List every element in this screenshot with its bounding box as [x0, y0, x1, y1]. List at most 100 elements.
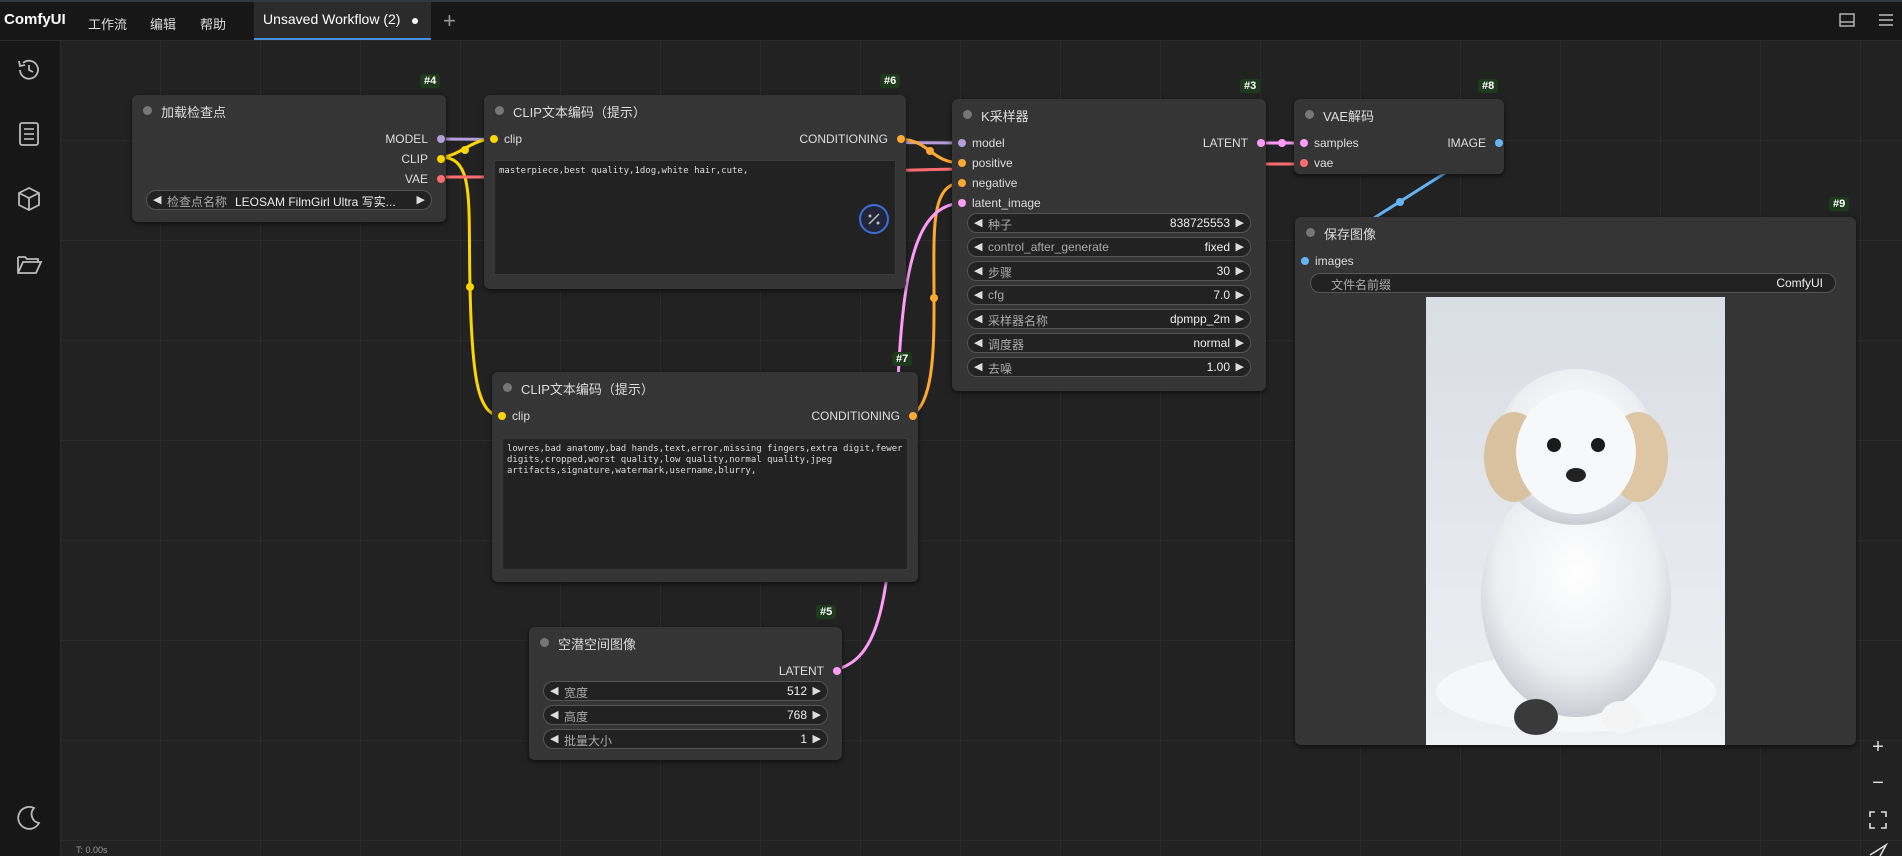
collapse-dot[interactable] — [495, 106, 504, 115]
collapse-dot[interactable] — [540, 638, 549, 647]
menu-help[interactable]: 帮助 — [200, 14, 226, 33]
input-model-socket[interactable] — [958, 139, 966, 147]
zoom-in-icon[interactable]: + — [1863, 732, 1893, 762]
output-conditioning: CONDITIONING — [799, 132, 888, 146]
node-header[interactable]: 空潜空间图像 — [529, 627, 842, 657]
zoom-out-icon[interactable]: − — [1863, 768, 1893, 798]
node-id-badge: #7 — [892, 352, 913, 366]
node-save-image[interactable]: 保存图像 images 文件名前缀 ComfyUI — [1295, 217, 1856, 745]
height-widget[interactable]: ◀ 高度 768 ▶ — [543, 705, 828, 725]
input-positive-socket[interactable] — [958, 159, 966, 167]
decrement-arrow-icon[interactable]: ◀ — [974, 336, 982, 349]
increment-arrow-icon[interactable]: ▶ — [1236, 288, 1244, 301]
output-latent-socket[interactable] — [833, 667, 841, 675]
node-clip-text-negative[interactable]: CLIP文本编码（提示） clip CONDITIONING lowres,ba… — [492, 372, 918, 582]
cfg-widget[interactable]: ◀ cfg 7.0 ▶ — [967, 285, 1251, 305]
menu-edit[interactable]: 编辑 — [150, 14, 176, 33]
node-vae-decode[interactable]: VAE解码 samples vae IMAGE — [1294, 99, 1504, 174]
denoise-widget[interactable]: ◀ 去噪 1.00 ▶ — [967, 357, 1251, 377]
widget-label: 文件名前缀 — [1331, 278, 1392, 292]
node-header[interactable]: CLIP文本编码（提示） — [492, 372, 918, 402]
collapse-dot[interactable] — [503, 383, 512, 392]
app-logo[interactable]: ComfyUI — [4, 11, 66, 28]
prompt-textarea[interactable]: lowres,bad anatomy,bad hands,text,error,… — [502, 438, 908, 570]
decrement-arrow-icon[interactable]: ◀ — [974, 216, 982, 229]
increment-arrow-icon[interactable]: ▶ — [813, 684, 821, 697]
decrement-arrow-icon[interactable]: ◀ — [550, 732, 558, 745]
queue-icon[interactable] — [14, 119, 44, 149]
scheduler-widget[interactable]: ◀ 调度器 normal ▶ — [967, 333, 1251, 353]
input-negative-socket[interactable] — [958, 179, 966, 187]
increment-arrow-icon[interactable]: ▶ — [813, 732, 821, 745]
increment-arrow-icon[interactable]: ▶ — [1236, 216, 1244, 229]
output-image-preview[interactable] — [1426, 297, 1725, 745]
decrement-arrow-icon[interactable]: ◀ — [550, 708, 558, 721]
input-clip-socket[interactable] — [490, 135, 498, 143]
increment-arrow-icon[interactable]: ▶ — [1236, 336, 1244, 349]
cube-icon[interactable] — [14, 184, 44, 214]
menu-workflow[interactable]: 工作流 — [88, 14, 127, 33]
control-after-generate-widget[interactable]: ◀ control_after_generate fixed ▶ — [967, 237, 1251, 257]
increment-arrow-icon[interactable]: ▶ — [1236, 240, 1244, 253]
node-load-checkpoint[interactable]: 加载检查点 MODEL CLIP VAE ◀ 检查点名称 LEOSAM Film… — [132, 95, 446, 222]
increment-arrow-icon[interactable]: ▶ — [813, 708, 821, 721]
increment-arrow-icon[interactable]: ▶ — [1236, 360, 1244, 373]
fit-view-icon[interactable] — [1868, 810, 1888, 830]
collapse-dot[interactable] — [963, 110, 972, 119]
node-ksampler[interactable]: K采样器 model positive negative latent_imag… — [952, 99, 1266, 391]
history-icon[interactable] — [14, 55, 44, 85]
collapse-dot[interactable] — [1305, 110, 1314, 119]
node-clip-text-positive[interactable]: CLIP文本编码（提示） clip CONDITIONING masterpie… — [484, 95, 906, 289]
output-model-socket[interactable] — [437, 135, 445, 143]
input-clip-socket[interactable] — [498, 412, 506, 420]
panel-icon[interactable] — [1839, 13, 1855, 27]
decrement-arrow-icon[interactable]: ◀ — [974, 264, 982, 277]
decrement-arrow-icon[interactable]: ◀ — [550, 684, 558, 697]
input-vae-socket[interactable] — [1300, 159, 1308, 167]
folder-open-icon[interactable] — [14, 249, 44, 279]
width-widget[interactable]: ◀ 宽度 512 ▶ — [543, 681, 828, 701]
decrement-arrow-icon[interactable]: ◀ — [153, 193, 161, 206]
input-negative: negative — [972, 176, 1018, 190]
collapse-dot[interactable] — [143, 106, 152, 115]
widget-value: ComfyUI — [1776, 276, 1823, 290]
filename-prefix-widget[interactable]: 文件名前缀 ComfyUI — [1310, 273, 1836, 293]
collapse-dot[interactable] — [1306, 228, 1315, 237]
node-header[interactable]: 加载检查点 — [132, 95, 446, 125]
increment-arrow-icon[interactable]: ▶ — [417, 193, 425, 206]
steps-widget[interactable]: ◀ 步骤 30 ▶ — [967, 261, 1251, 281]
decrement-arrow-icon[interactable]: ◀ — [974, 288, 982, 301]
output-clip-socket[interactable] — [437, 155, 445, 163]
workflow-tab[interactable]: Unsaved Workflow (2) — [254, 2, 431, 40]
widget-label: 检查点名称 — [167, 195, 228, 209]
node-header[interactable]: K采样器 — [952, 99, 1266, 129]
magic-wand-button[interactable] — [859, 204, 889, 234]
seed-widget[interactable]: ◀ 种子 838725553 ▶ — [967, 213, 1251, 233]
increment-arrow-icon[interactable]: ▶ — [1236, 264, 1244, 277]
decrement-arrow-icon[interactable]: ◀ — [974, 312, 982, 325]
prompt-textarea[interactable]: masterpiece,best quality,1dog,white hair… — [494, 160, 896, 275]
input-latent-socket[interactable] — [958, 199, 966, 207]
sampler-name-widget[interactable]: ◀ 采样器名称 dpmpp_2m ▶ — [967, 309, 1251, 329]
increment-arrow-icon[interactable]: ▶ — [1236, 312, 1244, 325]
add-tab-button[interactable]: + — [443, 8, 456, 34]
batch-size-widget[interactable]: ◀ 批量大小 1 ▶ — [543, 729, 828, 749]
output-vae-socket[interactable] — [437, 175, 445, 183]
node-header[interactable]: CLIP文本编码（提示） — [484, 95, 906, 125]
output-latent-socket[interactable] — [1257, 139, 1265, 147]
node-header[interactable]: VAE解码 — [1294, 99, 1504, 129]
checkpoint-name-widget[interactable]: ◀ 检查点名称 LEOSAM FilmGirl Ultra 写实... ▶ — [146, 190, 432, 210]
hamburger-icon[interactable] — [1878, 13, 1894, 27]
node-header[interactable]: 保存图像 — [1295, 217, 1856, 247]
moon-icon[interactable] — [14, 803, 44, 833]
widget-label: 种子 — [988, 218, 1013, 232]
output-conditioning-socket[interactable] — [909, 412, 917, 420]
output-image-socket[interactable] — [1495, 139, 1503, 147]
output-conditioning-socket[interactable] — [897, 135, 905, 143]
input-samples-socket[interactable] — [1300, 139, 1308, 147]
link-icon[interactable] — [1868, 843, 1888, 856]
decrement-arrow-icon[interactable]: ◀ — [974, 240, 982, 253]
decrement-arrow-icon[interactable]: ◀ — [974, 360, 982, 373]
node-empty-latent[interactable]: 空潜空间图像 LATENT ◀ 宽度 512 ▶ ◀ 高度 768 ▶ ◀ 批量大小 1 ▶ — [529, 627, 842, 760]
input-images-socket[interactable] — [1301, 257, 1309, 265]
